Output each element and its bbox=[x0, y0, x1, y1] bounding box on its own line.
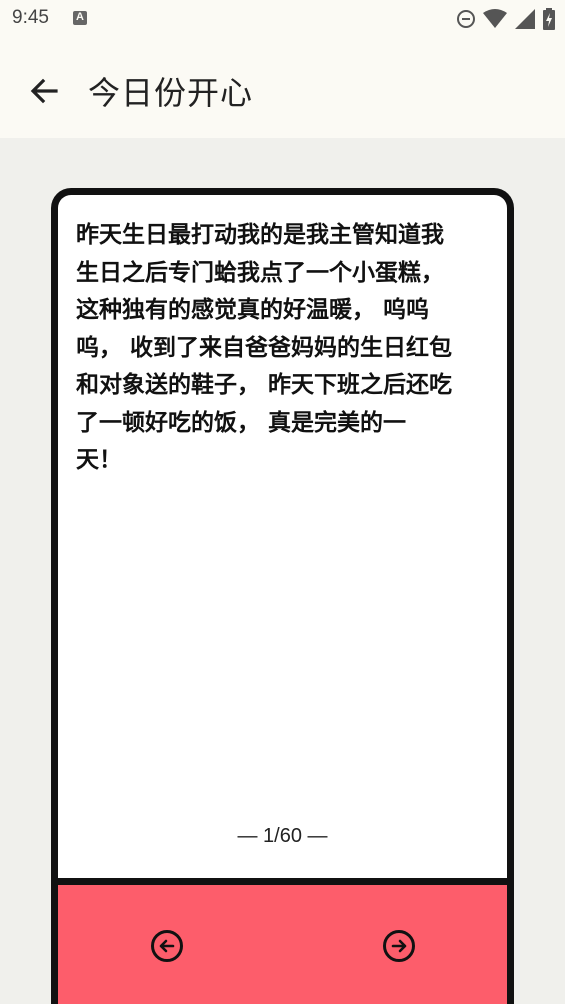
do-not-disturb-icon bbox=[457, 10, 475, 28]
page-title: 今日份开心 bbox=[88, 74, 254, 112]
status-bar: 9:45 bbox=[0, 0, 565, 38]
battery-icon bbox=[543, 8, 555, 30]
status-icons bbox=[457, 8, 555, 30]
arrow-right-circle-icon[interactable] bbox=[382, 929, 416, 963]
status-time: 9:45 bbox=[12, 7, 49, 28]
arrow-left-circle-icon[interactable] bbox=[150, 929, 184, 963]
card-text: 昨天生日最打动我的是我主管知道我 生日之后专门蛤我点了一个小蛋糕， 这种独有的感… bbox=[76, 222, 453, 473]
card-footer bbox=[58, 878, 507, 1004]
arrow-left-icon[interactable] bbox=[24, 71, 64, 111]
quote-card: 昨天生日最打动我的是我主管知道我 生日之后专门蛤我点了一个小蛋糕， 这种独有的感… bbox=[51, 188, 514, 1004]
page-counter: — 1/60 — bbox=[237, 825, 328, 847]
wifi-icon bbox=[483, 9, 507, 28]
keyboard-indicator-icon bbox=[73, 11, 87, 25]
app-bar: 今日份开心 bbox=[0, 38, 565, 138]
cellular-signal-icon bbox=[515, 9, 535, 29]
